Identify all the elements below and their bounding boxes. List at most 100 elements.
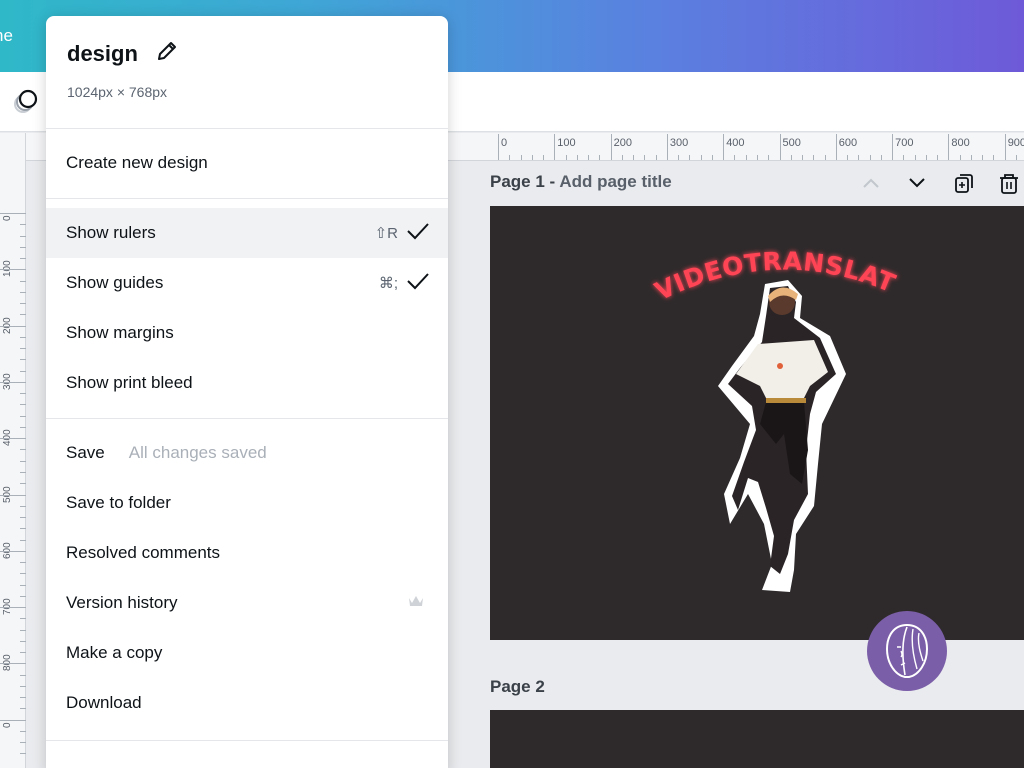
ruler-tick <box>0 325 26 327</box>
menu-divider <box>46 740 448 741</box>
ruler-minor-tick <box>531 155 533 160</box>
design-dimensions: 1024px × 768px <box>67 84 168 100</box>
ruler-major-tick <box>666 134 668 160</box>
ruler-tick <box>20 258 26 260</box>
create-new-design-item[interactable]: Create new design <box>46 138 448 188</box>
pencil-icon[interactable] <box>154 38 180 69</box>
ruler-minor-tick <box>813 155 815 160</box>
ruler-minor-tick <box>745 155 747 160</box>
assistant-avatar-icon[interactable] <box>867 611 947 691</box>
resolved-comments-item[interactable]: Resolved comments <box>46 528 448 578</box>
page-title-input[interactable]: Add page title <box>559 172 671 191</box>
ruler-minor-tick <box>655 155 657 160</box>
ruler-minor-tick <box>644 155 646 160</box>
save-to-folder-item[interactable]: Save to folder <box>46 478 448 528</box>
ruler-tick <box>20 280 26 282</box>
ruler-minor-tick <box>543 155 545 160</box>
design-title-row: design <box>67 38 180 69</box>
ruler-tick <box>0 607 26 609</box>
ruler-tick <box>20 730 26 732</box>
download-item[interactable]: Download <box>46 678 448 728</box>
page-2-label: Page 2 <box>490 677 545 696</box>
page-actions <box>856 172 1024 196</box>
delete-page-icon[interactable] <box>994 172 1024 196</box>
ruler-minor-tick <box>689 155 691 160</box>
ruler-minor-tick <box>937 155 939 160</box>
make-a-copy-item[interactable]: Make a copy <box>46 628 448 678</box>
ruler-tick <box>0 719 26 721</box>
show-rulers-shortcut: ⇧R <box>374 225 398 242</box>
ruler-minor-tick <box>599 155 601 160</box>
design-page-1[interactable]: VIDEOTRANSLATOR <box>490 206 1024 640</box>
ruler-tick <box>20 629 26 631</box>
ruler-minor-tick <box>959 155 961 160</box>
ruler-major-tick <box>610 134 612 160</box>
ruler-label: 900 <box>1007 137 1024 149</box>
show-print-bleed-item[interactable]: Show print bleed <box>46 358 448 408</box>
ruler-tick <box>20 742 26 744</box>
ruler-tick <box>0 550 26 552</box>
ruler-minor-tick <box>734 155 736 160</box>
ruler-tick <box>20 528 26 530</box>
menu-divider <box>46 198 448 199</box>
ruler-tick <box>20 697 26 699</box>
ruler-tick <box>20 471 26 473</box>
create-new-design-label: Create new design <box>66 153 208 172</box>
ruler-label: 700 <box>895 137 914 149</box>
show-guides-shortcut: ⌘; <box>378 275 398 292</box>
ruler-tick <box>20 685 26 687</box>
show-margins-item[interactable]: Show margins <box>46 308 448 358</box>
menu-divider <box>46 418 448 419</box>
ruler-tick <box>20 584 26 586</box>
ruler-tick <box>20 404 26 406</box>
version-history-item[interactable]: Version history <box>46 578 448 628</box>
color-picker-icon[interactable] <box>10 88 40 116</box>
ruler-tick <box>0 494 26 496</box>
ruler-minor-tick <box>925 155 927 160</box>
duplicate-page-icon[interactable] <box>948 172 994 196</box>
save-label: Save <box>66 443 105 462</box>
ruler-tick <box>20 562 26 564</box>
ruler-tick <box>20 573 26 575</box>
ruler-tick <box>20 393 26 395</box>
page-1-label: Page 1 <box>490 172 545 191</box>
design-page-2[interactable] <box>490 710 1024 768</box>
ruler-tick <box>20 359 26 361</box>
ruler-tick <box>20 652 26 654</box>
show-rulers-item[interactable]: Show rulers ⇧R <box>46 208 448 258</box>
ruler-minor-tick <box>993 155 995 160</box>
ruler-tick <box>20 539 26 541</box>
move-page-down-icon[interactable] <box>902 172 948 196</box>
home-link[interactable]: ne <box>0 26 13 46</box>
dancer-photo[interactable] <box>710 274 850 594</box>
show-margins-label: Show margins <box>66 323 174 342</box>
ruler-minor-tick <box>1015 155 1017 160</box>
ruler-minor-tick <box>802 155 804 160</box>
ruler-tick <box>0 438 26 440</box>
show-guides-item[interactable]: Show guides ⌘; <box>46 258 448 308</box>
ruler-minor-tick <box>869 155 871 160</box>
ruler-minor-tick <box>700 155 702 160</box>
vertical-ruler[interactable]: 0 100 200 300 400 500 600 700 800 0 <box>0 133 26 768</box>
save-to-folder-label: Save to folder <box>66 493 171 512</box>
ruler-tick <box>20 753 26 755</box>
ruler-tick <box>0 213 26 214</box>
design-title[interactable]: design <box>67 41 138 67</box>
checkmark-icon <box>406 221 430 245</box>
ruler-minor-tick <box>576 155 578 160</box>
ruler-major-tick <box>948 134 950 160</box>
ruler-tick <box>20 483 26 485</box>
ruler-minor-tick <box>565 155 567 160</box>
make-a-copy-label: Make a copy <box>66 643 163 662</box>
ruler-label: 100 <box>557 137 576 149</box>
ruler-label: 0 <box>2 215 13 221</box>
ruler-tick <box>20 246 26 248</box>
save-item[interactable]: Save All changes saved <box>46 428 448 478</box>
ruler-tick <box>20 370 26 372</box>
ruler-minor-tick <box>858 155 860 160</box>
page-1-header: Page 1 - Add page title <box>490 172 672 191</box>
move-page-up-icon[interactable] <box>856 172 902 196</box>
ruler-major-tick <box>1004 134 1006 160</box>
ruler-minor-tick <box>711 155 713 160</box>
ruler-label: 300 <box>669 137 689 149</box>
